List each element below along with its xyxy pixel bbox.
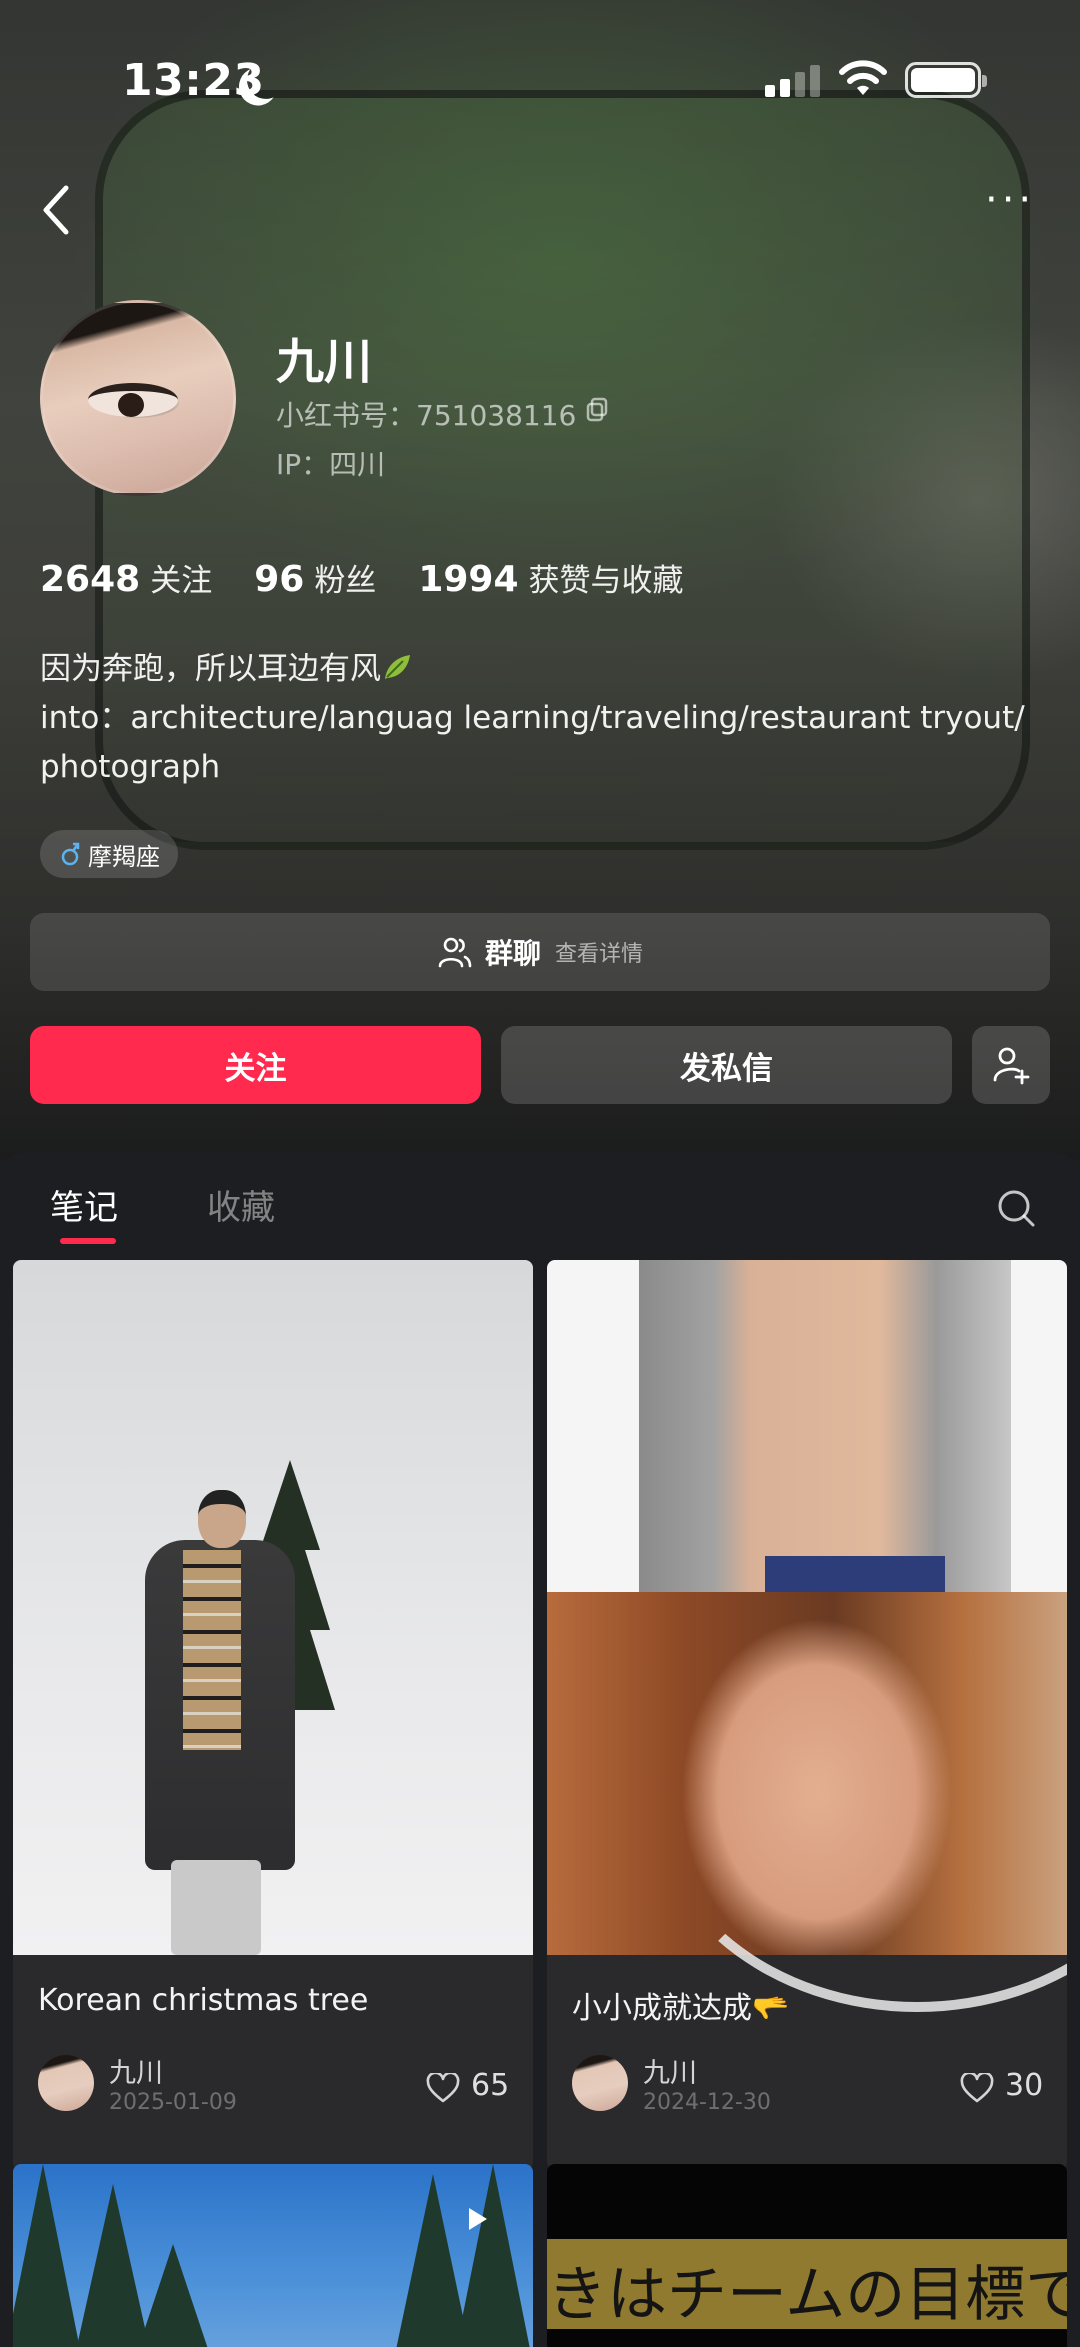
status-bar: 13:23 <box>0 45 1080 115</box>
group-chat-banner[interactable]: 群聊 查看详情 <box>30 913 1050 991</box>
battery-icon <box>905 62 987 98</box>
like-heart-icon[interactable] <box>426 2073 460 2103</box>
zodiac-tag: 摩羯座 <box>40 830 178 878</box>
back-arrow-icon[interactable] <box>38 180 78 240</box>
author-avatar <box>38 2055 94 2111</box>
group-chat-label: 群聊 <box>484 937 541 970</box>
profile-name: 九川 <box>276 334 373 390</box>
stat-label: 获赞与收藏 <box>528 563 684 599</box>
active-tab-indicator <box>60 1238 116 1244</box>
stat-following[interactable]: 2648 关注 <box>40 555 212 600</box>
stat-value: 96 <box>254 559 305 600</box>
cover-overlay-text: きはチームの目標で <box>547 2260 1067 2330</box>
note-author: 九川 <box>643 2058 697 2089</box>
profile-ip-location: IP：四川 <box>276 448 386 481</box>
follow-button[interactable]: 关注 <box>30 1026 481 1104</box>
stat-label: 粉丝 <box>314 563 377 599</box>
note-date: 2024-12-30 <box>643 2090 771 2115</box>
copy-icon[interactable] <box>585 397 609 423</box>
profile-stats: 2648 关注 96 粉丝 1994 获赞与收藏 <box>40 555 726 605</box>
note-title: 小小成就达成🫳 <box>572 1991 790 2026</box>
note-like-count: 65 <box>471 2068 510 2103</box>
tab-notes[interactable]: 笔记 <box>50 1180 118 1229</box>
video-play-icon <box>469 2208 487 2230</box>
profile-bio: 因为奔跑，所以耳边有风 into：architecture/languag le… <box>40 645 1050 792</box>
bio-line: photograph <box>40 749 221 785</box>
male-gender-icon <box>61 842 80 866</box>
like-heart-icon[interactable] <box>960 2073 994 2103</box>
add-friend-button[interactable] <box>972 1026 1050 1104</box>
bio-line: 因为奔跑，所以耳边有风 <box>40 651 381 687</box>
stat-value: 2648 <box>40 559 141 600</box>
stat-followers[interactable]: 96 粉丝 <box>254 555 376 600</box>
note-title: Korean christmas tree <box>38 1983 369 2018</box>
stat-value: 1994 <box>418 559 519 600</box>
profile-avatar[interactable] <box>40 300 236 496</box>
send-message-button[interactable]: 发私信 <box>501 1026 952 1104</box>
note-cover-image <box>13 1260 533 1955</box>
leaf-icon <box>385 655 410 679</box>
note-card[interactable] <box>13 2164 533 2347</box>
bio-line: into：architecture/languag learning/trave… <box>40 700 1025 736</box>
group-chat-detail: 查看详情 <box>555 942 644 967</box>
add-user-icon <box>993 1047 1030 1085</box>
stat-label: 关注 <box>150 563 213 599</box>
content-tabs: 笔记 收藏 <box>0 1152 1080 1248</box>
group-users-icon <box>438 937 472 968</box>
profile-id: 小红书号：751038116 <box>276 399 577 432</box>
zodiac-label: 摩羯座 <box>88 842 160 871</box>
note-card[interactable]: きはチームの目標で <box>547 2164 1067 2347</box>
status-time: 13:23 <box>122 55 265 106</box>
note-like-count: 30 <box>1005 2068 1044 2103</box>
note-card[interactable]: Korean christmas tree 九川 2025-01-09 65 <box>13 1260 533 2170</box>
tab-collections[interactable]: 收藏 <box>207 1180 275 1229</box>
author-avatar <box>572 2055 628 2111</box>
note-author: 九川 <box>109 2058 163 2089</box>
search-icon[interactable] <box>996 1188 1036 1228</box>
note-cover-image <box>547 1260 1067 2012</box>
wifi-icon <box>839 60 887 95</box>
note-date: 2025-01-09 <box>109 2090 237 2115</box>
note-card[interactable]: 小小成就达成🫳 九川 2024-12-30 30 <box>547 1260 1067 2170</box>
note-cover-image: きはチームの目標で <box>547 2164 1067 2347</box>
cellular-signal-icon <box>765 65 821 97</box>
more-options-icon[interactable]: ··· <box>985 180 1045 220</box>
content-panel: 笔记 收藏 Korean christmas tree 九川 2025-01-0… <box>0 1152 1080 2347</box>
note-cover-image <box>13 2164 533 2347</box>
stat-likes-and-collects[interactable]: 1994 获赞与收藏 <box>418 555 683 600</box>
